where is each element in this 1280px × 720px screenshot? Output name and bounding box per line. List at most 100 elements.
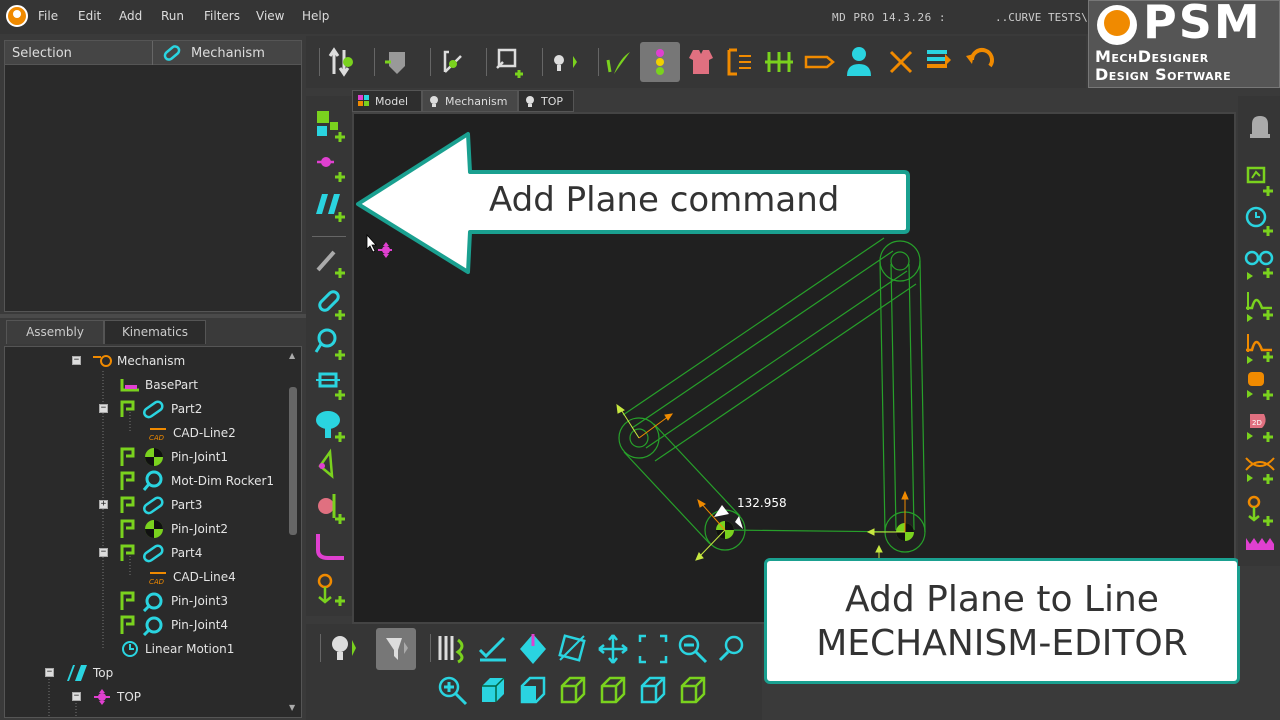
menu-view[interactable]: View bbox=[256, 9, 284, 23]
tree-item-top-plane[interactable]: Top bbox=[65, 661, 113, 685]
collapse-toggle[interactable]: − bbox=[99, 404, 108, 413]
move-diamond-icon[interactable] bbox=[516, 632, 550, 666]
tree-item-pin-joint2[interactable]: Pin-Joint2 bbox=[119, 517, 228, 541]
zoom-fit-icon[interactable] bbox=[636, 632, 670, 666]
add-motion-icon[interactable] bbox=[1244, 288, 1276, 322]
add-2d-icon[interactable]: 2D bbox=[1244, 412, 1276, 446]
pan-icon[interactable] bbox=[596, 632, 630, 666]
list-edit-icon[interactable] bbox=[923, 44, 955, 78]
add-link-icon[interactable] bbox=[314, 286, 348, 320]
collapse-toggle[interactable]: − bbox=[99, 548, 108, 557]
tree-item-cad-line4[interactable]: CAD CAD-Line4 bbox=[147, 565, 236, 589]
menu-run[interactable]: Run bbox=[161, 9, 184, 23]
tree-item-top-sketch[interactable]: TOP bbox=[91, 685, 141, 709]
shield-part-icon[interactable] bbox=[381, 46, 413, 78]
add-cam-icon[interactable] bbox=[314, 408, 348, 442]
add-blob-icon[interactable] bbox=[1244, 370, 1276, 404]
align-icon[interactable] bbox=[723, 46, 755, 78]
traffic-light-icon bbox=[656, 49, 664, 75]
add-gear-icon[interactable] bbox=[314, 490, 348, 524]
add-timer-icon[interactable] bbox=[1244, 204, 1276, 238]
tree-item-pin-joint3[interactable]: Pin-Joint3 bbox=[119, 589, 228, 613]
add-plane-icon[interactable] bbox=[314, 188, 348, 222]
expand-toggle[interactable]: + bbox=[99, 500, 108, 509]
menu-help[interactable]: Help bbox=[302, 9, 329, 23]
add-joint-icon[interactable] bbox=[314, 326, 348, 360]
shirt-icon[interactable] bbox=[685, 46, 717, 78]
tree-item-part3[interactable]: Part3 bbox=[119, 493, 202, 517]
add-coupling-icon[interactable] bbox=[1244, 246, 1276, 280]
delete-icon[interactable] bbox=[885, 46, 917, 78]
add-chart-icon[interactable] bbox=[1244, 164, 1276, 198]
show-hide-icon[interactable] bbox=[326, 632, 360, 666]
scrollbar-thumb[interactable] bbox=[289, 387, 297, 535]
tree-item-basepart[interactable]: BasePart bbox=[119, 373, 198, 397]
distribute-icon[interactable] bbox=[763, 46, 795, 78]
menu-add[interactable]: Add bbox=[119, 9, 142, 23]
rotate-icon[interactable] bbox=[556, 632, 590, 666]
dimension-value[interactable]: 132.958 bbox=[737, 496, 787, 510]
add-cad-icon[interactable] bbox=[314, 244, 348, 278]
add-part-icon[interactable] bbox=[314, 108, 348, 142]
view-iso-icon[interactable] bbox=[476, 674, 510, 708]
add-box-icon[interactable] bbox=[493, 44, 527, 80]
tree-item-cad-line2[interactable]: CAD CAD-Line2 bbox=[147, 421, 236, 445]
view-top-icon[interactable] bbox=[556, 674, 590, 708]
tab-kinematics[interactable]: Kinematics bbox=[104, 320, 206, 344]
add-triangle-icon[interactable] bbox=[314, 448, 348, 482]
menu-filters[interactable]: Filters bbox=[204, 9, 240, 23]
view-bottom-icon[interactable] bbox=[676, 674, 710, 708]
tree-item-mechanism[interactable]: Mechanism bbox=[91, 349, 185, 373]
brand-logo: PSM MechDesigner Design Software bbox=[1088, 0, 1280, 88]
user-icon[interactable] bbox=[843, 44, 875, 78]
bell-icon[interactable] bbox=[1244, 110, 1276, 142]
tree-item-pin-joint4[interactable]: Pin-Joint4 bbox=[119, 613, 228, 637]
add-tracer-icon[interactable] bbox=[1244, 494, 1276, 528]
collapse-toggle[interactable]: − bbox=[72, 692, 81, 701]
tree-scrollbar[interactable]: ▲ ▼ bbox=[287, 349, 299, 715]
zoom-window-icon[interactable] bbox=[716, 632, 750, 666]
add-curve-icon[interactable] bbox=[314, 530, 348, 564]
separator bbox=[542, 48, 543, 76]
motion-path-icon[interactable] bbox=[437, 46, 469, 78]
tree-item-part4[interactable]: Part4 bbox=[119, 541, 202, 565]
kinematics-icon[interactable] bbox=[326, 46, 358, 78]
tab-top[interactable]: TOP bbox=[518, 90, 574, 112]
scroll-down-icon[interactable]: ▼ bbox=[289, 703, 295, 712]
model-icon bbox=[358, 95, 369, 106]
tree-item-part2[interactable]: Part2 bbox=[119, 397, 202, 421]
scroll-up-icon[interactable]: ▲ bbox=[289, 351, 295, 360]
tab-model[interactable]: Model bbox=[352, 90, 422, 112]
arrow-right-icon[interactable] bbox=[803, 46, 837, 78]
add-sketch-icon[interactable] bbox=[314, 148, 348, 182]
view-left-icon[interactable] bbox=[636, 674, 670, 708]
tab-mechanism[interactable]: Mechanism bbox=[422, 90, 518, 112]
separator bbox=[430, 634, 431, 662]
add-gear-rack-icon[interactable] bbox=[1244, 534, 1276, 562]
tree-item-linear-motion1[interactable]: Linear Motion1 bbox=[119, 637, 234, 661]
app-logo-icon[interactable] bbox=[6, 5, 28, 27]
collapse-toggle[interactable]: − bbox=[45, 668, 54, 677]
menu-file[interactable]: File bbox=[38, 9, 58, 23]
undo-icon[interactable] bbox=[964, 46, 996, 78]
view-front-icon[interactable] bbox=[516, 674, 550, 708]
tab-assembly[interactable]: Assembly bbox=[6, 320, 104, 344]
add-point-icon[interactable] bbox=[314, 572, 348, 606]
add-curve-cross-icon[interactable] bbox=[1244, 452, 1276, 486]
check-icon[interactable] bbox=[476, 632, 510, 666]
view-right-icon[interactable] bbox=[596, 674, 630, 708]
collapse-toggle[interactable]: − bbox=[72, 356, 81, 365]
tree-item-pin-joint1[interactable]: Pin-Joint1 bbox=[119, 445, 228, 469]
filter-button[interactable] bbox=[376, 628, 416, 670]
menu-edit[interactable]: Edit bbox=[78, 9, 101, 23]
motion-dimension-icon bbox=[120, 470, 163, 491]
add-cam-motion-icon[interactable] bbox=[1244, 330, 1276, 364]
add-slider-icon[interactable] bbox=[314, 366, 348, 400]
zoom-out-icon[interactable] bbox=[676, 632, 710, 666]
traffic-light-button[interactable] bbox=[640, 42, 680, 82]
tree-item-mot-dim-rocker1[interactable]: Mot-Dim Rocker1 bbox=[119, 469, 274, 493]
edit-leaf-icon[interactable] bbox=[604, 46, 636, 78]
zoom-in-icon[interactable] bbox=[436, 674, 470, 708]
spring-icon[interactable] bbox=[436, 632, 470, 666]
light-bulb-icon[interactable] bbox=[549, 46, 581, 78]
